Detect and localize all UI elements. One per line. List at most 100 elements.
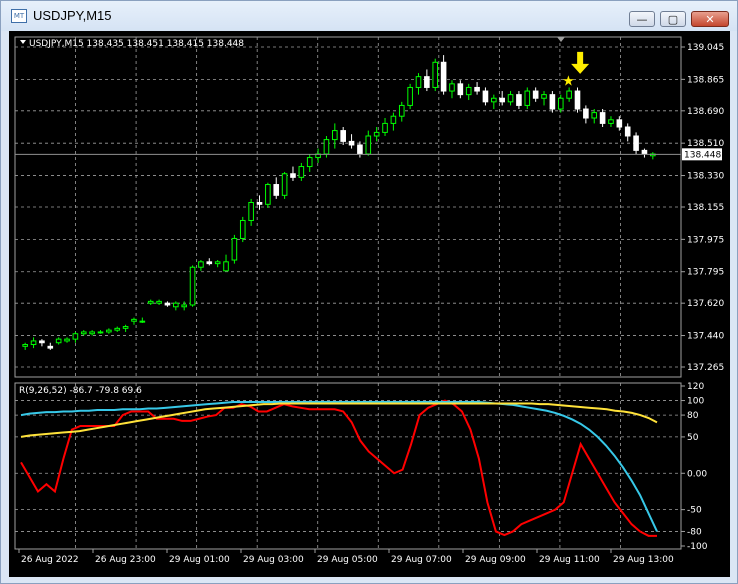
- candle: [64, 337, 70, 343]
- candle: [650, 152, 656, 160]
- price-axis-label: 139.045: [687, 43, 724, 53]
- price-axis-label: 137.795: [687, 268, 724, 278]
- candle: [532, 87, 539, 102]
- candle-body: [131, 318, 137, 322]
- candle-body: [332, 130, 338, 141]
- candle-body: [541, 94, 547, 99]
- candle: [131, 317, 137, 325]
- candle-body: [449, 83, 455, 92]
- candle: [465, 83, 472, 101]
- candle: [315, 148, 321, 163]
- candle: [583, 105, 589, 124]
- candle: [599, 109, 606, 127]
- candle-body: [22, 344, 28, 347]
- candle: [440, 55, 447, 95]
- price-panel[interactable]: [22, 55, 656, 350]
- signal-star-icon: ★: [562, 73, 575, 89]
- candle: [89, 330, 95, 336]
- candle: [424, 69, 430, 92]
- close-button[interactable]: ✕: [691, 11, 729, 27]
- candle-body: [566, 90, 572, 99]
- candle: [22, 342, 28, 350]
- candle: [256, 195, 263, 210]
- candle: [557, 94, 564, 113]
- chart-shift-icon: [557, 37, 565, 42]
- candle: [147, 299, 154, 305]
- candle-body: [106, 329, 112, 333]
- indicator-panel[interactable]: [20, 399, 658, 537]
- candle-body: [532, 90, 539, 99]
- candle: [223, 254, 229, 272]
- indicator-line-cyan: [20, 401, 658, 532]
- candle-body: [72, 333, 79, 340]
- candle: [39, 339, 45, 347]
- indicator-axis-label: 100: [687, 397, 704, 407]
- indicator-axis-label: -80: [687, 527, 702, 537]
- candle: [265, 182, 271, 208]
- candle: [47, 342, 54, 350]
- title-bar[interactable]: MT USDJPY,M15 — ▢ ✕: [1, 1, 737, 31]
- candle: [114, 326, 121, 332]
- candle-body: [30, 340, 37, 346]
- candle: [624, 123, 631, 142]
- chart-grid: [14, 36, 682, 550]
- candle-body: [173, 302, 179, 308]
- price-axis-label: 137.440: [687, 332, 724, 342]
- price-axis-label: 138.155: [687, 203, 724, 213]
- time-axis-label: 29 Aug 05:00: [317, 555, 378, 565]
- candle-body: [616, 119, 623, 128]
- candle-body: [147, 300, 154, 304]
- indicator-axis-label: 50: [687, 433, 699, 443]
- candle: [541, 91, 547, 106]
- candle: [97, 330, 104, 334]
- candle-body: [273, 184, 280, 196]
- candle-body: [507, 94, 514, 103]
- candle: [173, 301, 179, 311]
- price-chart[interactable]: 139.045 138.865 138.690 138.510 138.330 138.1…: [9, 31, 730, 577]
- candle: [499, 91, 505, 106]
- time-axis-label: 29 Aug 03:00: [243, 555, 304, 565]
- candle-body: [114, 327, 121, 331]
- candle: [80, 330, 87, 336]
- candle: [164, 301, 171, 307]
- candle-body: [608, 119, 614, 124]
- candle: [457, 80, 464, 99]
- candle-body: [457, 83, 464, 96]
- candle: [641, 148, 648, 158]
- chart-window: MT USDJPY,M15 — ▢ ✕ 139.045 138.865 138.69…: [0, 0, 738, 584]
- maximize-button[interactable]: ▢: [660, 11, 686, 27]
- candle-body: [415, 76, 422, 88]
- candle: [72, 331, 79, 343]
- candle-body: [591, 112, 598, 119]
- candle-body: [47, 345, 54, 349]
- candle: [332, 123, 338, 149]
- minimize-button[interactable]: —: [629, 11, 655, 27]
- candle-body: [181, 304, 187, 308]
- candle: [122, 324, 129, 332]
- candle-body: [298, 166, 305, 178]
- price-axis-label: 138.690: [687, 107, 724, 117]
- candle-body: [248, 202, 254, 221]
- indicator-line-yellow: [20, 402, 658, 438]
- candle-body: [524, 90, 531, 106]
- candle: [516, 91, 522, 110]
- candle-body: [281, 173, 288, 196]
- candle: [524, 87, 531, 110]
- candle: [616, 116, 623, 131]
- candle: [156, 299, 162, 305]
- candle-body: [256, 202, 263, 205]
- candle-body: [223, 261, 229, 272]
- candle: [357, 141, 363, 158]
- candle: [306, 153, 313, 172]
- candle: [139, 317, 146, 323]
- chart-area[interactable]: 139.045 138.865 138.690 138.510 138.330 138.1…: [9, 31, 730, 577]
- candle: [432, 58, 439, 92]
- candle: [348, 134, 355, 149]
- candle: [566, 87, 572, 102]
- candle: [608, 116, 614, 127]
- candle-body: [306, 157, 313, 168]
- candle: [507, 91, 514, 106]
- candle-body: [424, 76, 430, 88]
- candle-body: [624, 126, 631, 137]
- candle-body: [39, 340, 45, 344]
